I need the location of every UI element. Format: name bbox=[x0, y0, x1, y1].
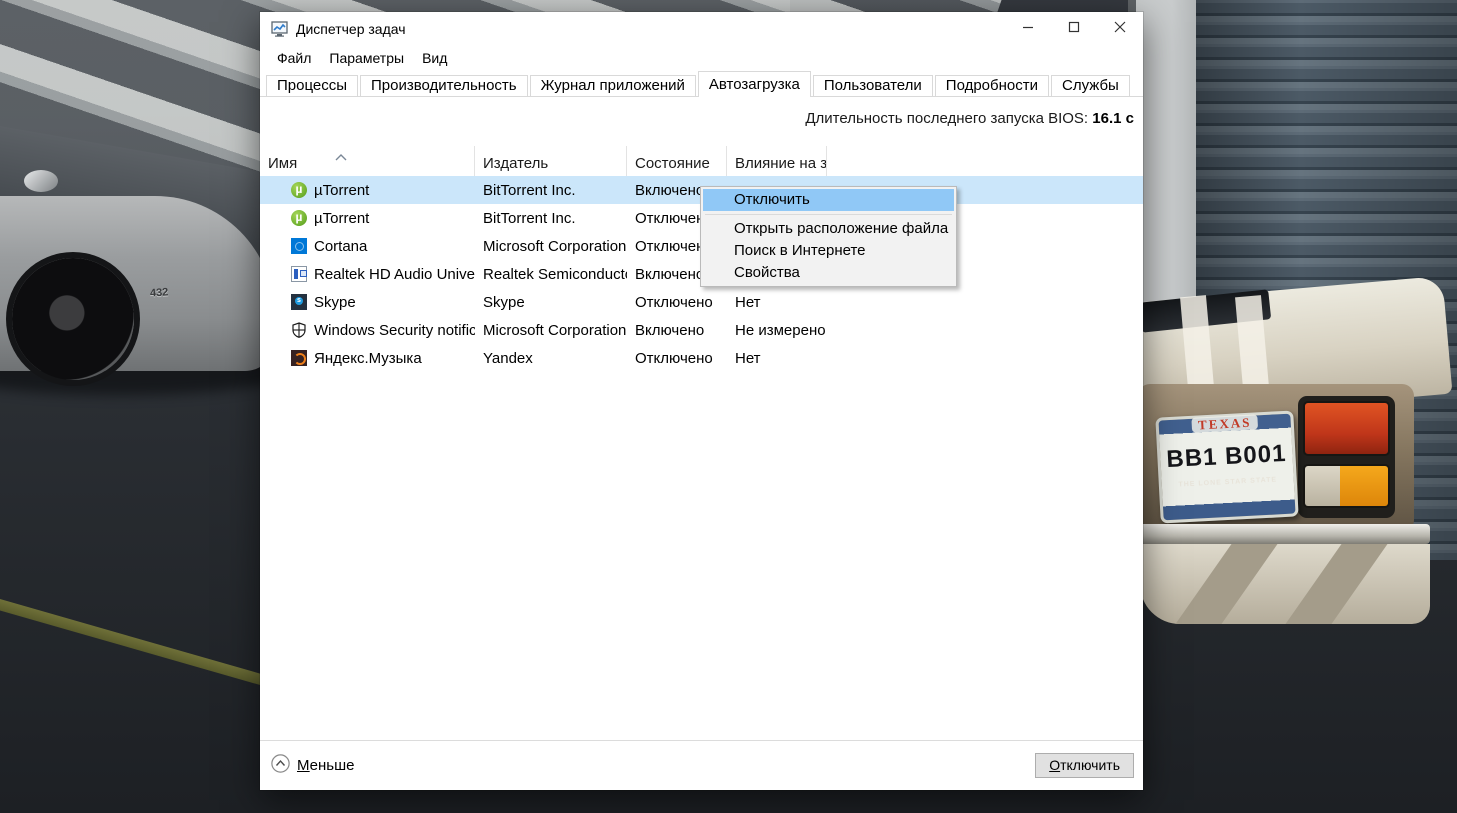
utorrent-icon: µ bbox=[291, 210, 307, 226]
context-menu-item-disable[interactable]: Отключить bbox=[703, 189, 954, 211]
wallpaper-car-mirror bbox=[24, 170, 58, 192]
bios-value: 16.1 с bbox=[1092, 110, 1134, 127]
wallpaper-taillight bbox=[1298, 396, 1395, 518]
table-row-skype[interactable]: Skype Skype Отключено Нет bbox=[260, 288, 1143, 316]
tab-services[interactable]: Службы bbox=[1051, 75, 1130, 96]
column-header-publisher[interactable]: Издатель bbox=[475, 146, 627, 176]
row-name: Яндекс.Музыка bbox=[314, 350, 422, 367]
tab-processes[interactable]: Процессы bbox=[266, 75, 358, 96]
tab-performance[interactable]: Производительность bbox=[360, 75, 528, 96]
chevron-up-circle-icon bbox=[271, 754, 290, 777]
tab-startup[interactable]: Автозагрузка bbox=[698, 71, 811, 97]
wallpaper-chrome-bumper bbox=[1130, 524, 1430, 544]
row-publisher: Realtek Semiconductor bbox=[475, 266, 627, 283]
taillight-amber-lens bbox=[1340, 466, 1388, 506]
sort-ascending-icon bbox=[335, 148, 347, 165]
row-publisher: Skype bbox=[475, 294, 627, 311]
bios-duration-line: Длительность последнего запуска BIOS: 16… bbox=[260, 110, 1143, 130]
column-header-status[interactable]: Состояние bbox=[627, 146, 727, 176]
menu-view[interactable]: Вид bbox=[413, 48, 456, 68]
row-impact: Не измерено bbox=[727, 322, 827, 339]
wallpaper-license-plate: TEXAS BB1 B001 THE LONE STAR STATE bbox=[1155, 410, 1298, 523]
menu-options[interactable]: Параметры bbox=[320, 48, 413, 68]
tab-users[interactable]: Пользователи bbox=[813, 75, 933, 96]
wallpaper-car-lower-body bbox=[1140, 544, 1430, 624]
row-impact: Нет bbox=[727, 350, 827, 367]
task-manager-icon bbox=[271, 21, 289, 37]
row-impact: Нет bbox=[727, 294, 827, 311]
titlebar: Диспетчер задач bbox=[260, 12, 1143, 46]
row-name: Skype bbox=[314, 294, 356, 311]
yandex-music-icon bbox=[291, 350, 307, 366]
close-button[interactable] bbox=[1097, 12, 1143, 42]
row-name: Windows Security notificati... bbox=[314, 322, 475, 339]
column-header-name[interactable]: Имя bbox=[260, 146, 475, 176]
row-status: Отключено bbox=[627, 350, 727, 367]
row-name: Realtek HD Audio Universal ... bbox=[314, 266, 475, 283]
tab-app-history[interactable]: Журнал приложений bbox=[530, 75, 696, 96]
taillight-reverse-lens bbox=[1305, 466, 1340, 506]
maximize-icon bbox=[1068, 21, 1080, 33]
windows-security-shield-icon bbox=[291, 322, 307, 338]
row-publisher: Microsoft Corporation bbox=[475, 238, 627, 255]
wallpaper-car-wheel bbox=[12, 258, 134, 380]
menu-file[interactable]: Файл bbox=[268, 48, 320, 68]
disable-button[interactable]: Отключить bbox=[1035, 753, 1134, 778]
tab-bar: Процессы Производительность Журнал прило… bbox=[260, 70, 1143, 97]
table-header: Имя Издатель Состояние Влияние на за... bbox=[260, 146, 1143, 176]
close-icon bbox=[1114, 21, 1126, 33]
fewer-details-toggle[interactable]: Меньше bbox=[271, 754, 355, 777]
row-publisher: Yandex bbox=[475, 350, 627, 367]
context-menu-item-properties[interactable]: Свойства bbox=[703, 262, 954, 284]
utorrent-icon: µ bbox=[291, 182, 307, 198]
license-plate-state: TEXAS bbox=[1192, 414, 1258, 432]
skype-icon bbox=[291, 294, 307, 310]
taillight-red-lens bbox=[1303, 401, 1390, 456]
table-row-windows-security[interactable]: Windows Security notificati... Microsoft… bbox=[260, 316, 1143, 344]
row-status: Отключено bbox=[627, 294, 727, 311]
context-menu-item-search-online[interactable]: Поиск в Интернете bbox=[703, 240, 954, 262]
column-header-empty bbox=[827, 146, 1143, 176]
license-plate-number: BB1 B001 bbox=[1166, 440, 1287, 474]
context-menu-separator bbox=[705, 214, 952, 215]
row-name: Cortana bbox=[314, 238, 367, 255]
bios-label: Длительность последнего запуска BIOS: bbox=[805, 110, 1088, 127]
tab-details[interactable]: Подробности bbox=[935, 75, 1049, 96]
minimize-button[interactable] bbox=[1005, 12, 1051, 42]
row-publisher: BitTorrent Inc. bbox=[475, 210, 627, 227]
realtek-audio-icon bbox=[291, 266, 307, 282]
maximize-button[interactable] bbox=[1051, 12, 1097, 42]
fewer-details-label: Меньше bbox=[297, 757, 355, 774]
task-manager-window: Диспетчер задач Файл Параметры Вид Проце… bbox=[260, 12, 1143, 790]
context-menu: Отключить Открыть расположение файла Пои… bbox=[700, 186, 957, 287]
row-publisher: Microsoft Corporation bbox=[475, 322, 627, 339]
row-name: µTorrent bbox=[314, 182, 369, 199]
menubar: Файл Параметры Вид bbox=[260, 46, 1143, 70]
window-title: Диспетчер задач bbox=[296, 21, 406, 37]
column-header-impact[interactable]: Влияние на за... bbox=[727, 146, 827, 176]
cortana-icon bbox=[291, 238, 307, 254]
row-publisher: BitTorrent Inc. bbox=[475, 182, 627, 199]
row-status: Включено bbox=[627, 322, 727, 339]
wallpaper-car-badge: 432 bbox=[150, 286, 169, 299]
table-row-yandex-music[interactable]: Яндекс.Музыка Yandex Отключено Нет bbox=[260, 344, 1143, 372]
row-name: µTorrent bbox=[314, 210, 369, 227]
footer-bar: Меньше Отключить bbox=[260, 740, 1143, 790]
context-menu-item-open-file-location[interactable]: Открыть расположение файла bbox=[703, 218, 954, 240]
license-plate-slogan: THE LONE STAR STATE bbox=[1178, 476, 1277, 488]
minimize-icon bbox=[1022, 21, 1034, 33]
